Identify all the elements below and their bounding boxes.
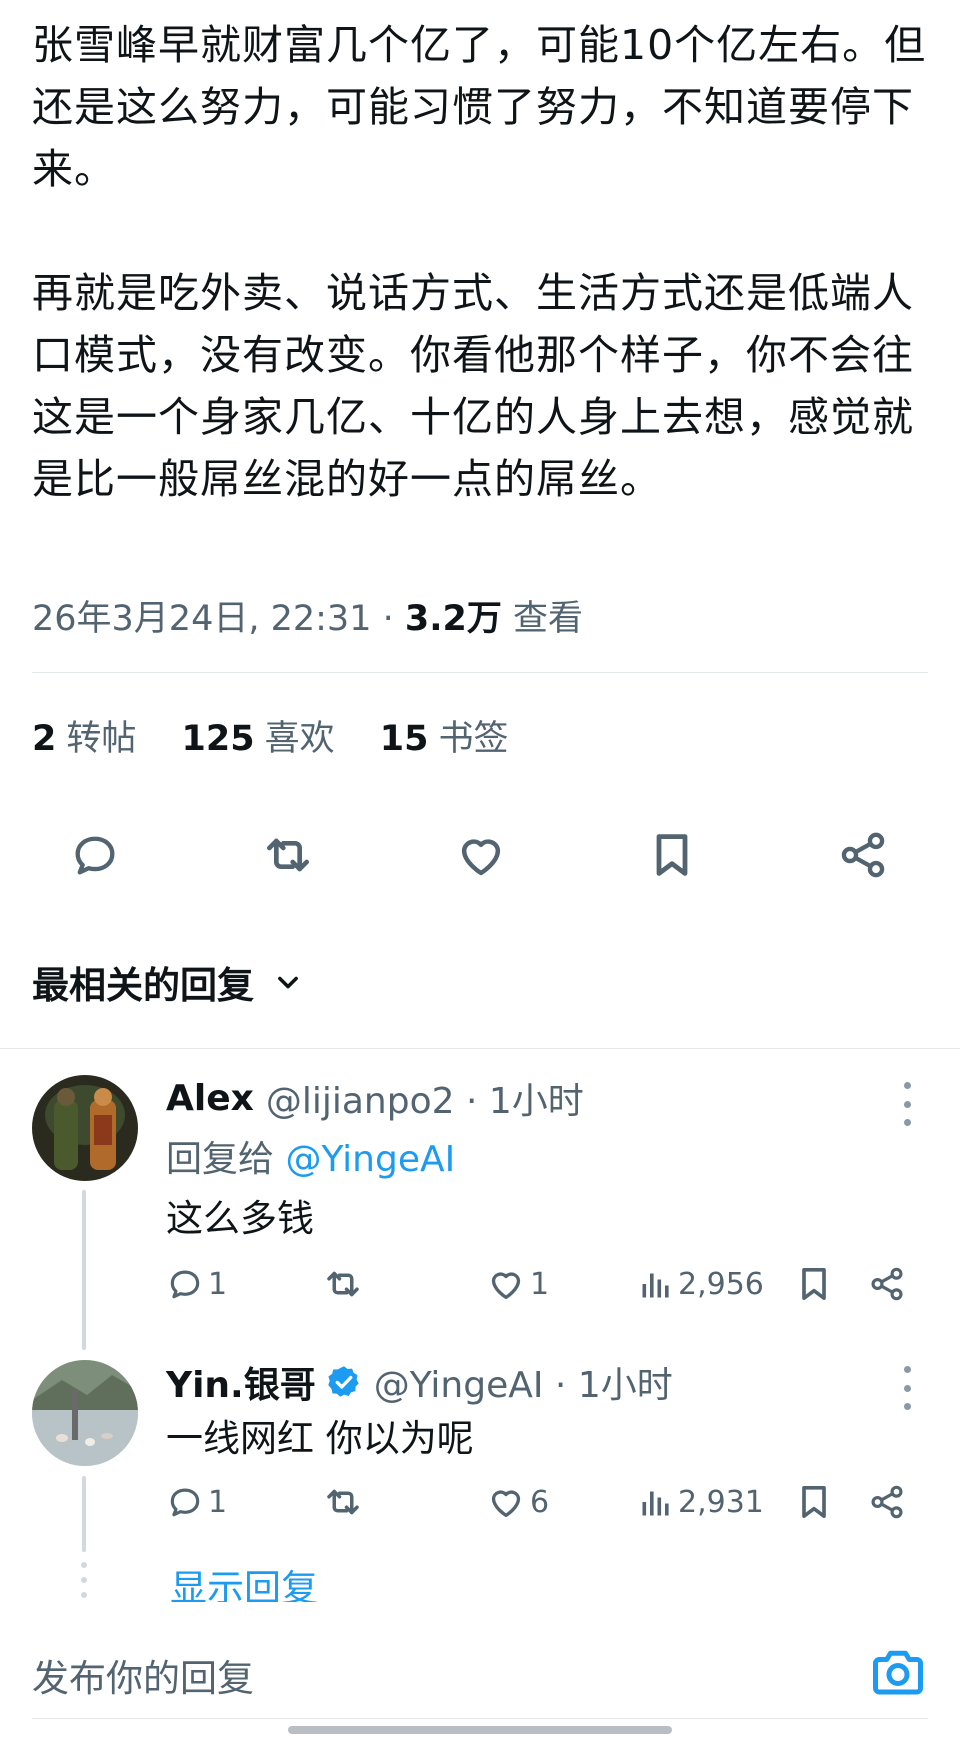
like-icon	[491, 1490, 521, 1517]
more-options-button[interactable]	[895, 1366, 919, 1410]
repost-button[interactable]	[322, 1262, 368, 1306]
divider	[32, 672, 928, 673]
verified-badge-icon	[327, 1366, 359, 1397]
like-icon	[461, 839, 501, 876]
repost-button[interactable]	[253, 820, 323, 890]
thread-continuation-dots	[81, 1562, 87, 1598]
tweet-timestamp[interactable]: 26年3月24日, 22:31	[32, 599, 371, 639]
tweet-action-bar	[0, 820, 960, 890]
views-count: 2,931	[678, 1484, 764, 1520]
bookmark-icon	[802, 1268, 826, 1300]
reply-button[interactable]: 1	[166, 1480, 227, 1524]
reply-icon	[170, 1488, 200, 1517]
reply-action-bar: 1 1 2,956	[166, 1262, 926, 1306]
tweet-text: 张雪峰早就财富几个亿了，可能10个亿左右。但还是这么努力，可能习惯了努力，不知道…	[32, 21, 927, 503]
reply-input[interactable]: 发布你的回复	[32, 1648, 254, 1702]
author-name[interactable]: Yin.银哥	[166, 1356, 316, 1408]
like-button[interactable]	[446, 820, 516, 890]
reply-to-line: 回复给 @YingeAI	[166, 1130, 455, 1182]
reply-button[interactable]	[60, 820, 130, 890]
reply-text: 一线网红 你以为呢	[166, 1417, 474, 1460]
chevron-down-icon	[278, 976, 298, 989]
reply-action-bar: 1 6 2,931	[166, 1480, 926, 1524]
views-count: 2,956	[678, 1266, 764, 1302]
repost-button[interactable]	[322, 1480, 368, 1524]
home-indicator[interactable]	[288, 1726, 672, 1734]
tweet-stats: 2 转帖 125 喜欢 15 书签	[32, 710, 542, 761]
divider	[0, 1048, 960, 1049]
like-button[interactable]: 6	[486, 1480, 549, 1524]
reply-to-label: 回复给	[166, 1139, 286, 1180]
sort-label: 最相关的回复	[32, 964, 254, 1007]
divider	[32, 1718, 928, 1719]
like-button[interactable]: 1	[486, 1262, 549, 1306]
repost-icon	[327, 1489, 359, 1515]
camera-button[interactable]	[868, 1642, 928, 1702]
share-button[interactable]	[828, 820, 898, 890]
author-handle[interactable]: @YingeAI · 1小时	[374, 1356, 673, 1408]
camera-icon	[873, 1650, 923, 1695]
thread-line	[82, 1476, 86, 1552]
bookmarks-label[interactable]: 书签	[438, 719, 508, 759]
repost-icon	[267, 838, 309, 872]
thread-line	[82, 1190, 86, 1350]
bookmark-button[interactable]	[794, 1262, 838, 1306]
share-button[interactable]	[868, 1480, 910, 1524]
reply-icon	[75, 836, 115, 875]
like-icon	[491, 1272, 521, 1299]
reposts-count[interactable]: 2	[32, 719, 56, 759]
bookmark-icon	[802, 1486, 826, 1518]
reply-to-mention[interactable]: @YingeAI	[285, 1139, 455, 1180]
reposts-label[interactable]: 转帖	[66, 719, 136, 759]
bookmark-icon	[656, 834, 688, 876]
like-count: 6	[530, 1484, 550, 1520]
reply-sort-dropdown[interactable]: 最相关的回复	[32, 955, 302, 1009]
analytics-icon	[642, 1273, 669, 1298]
reply-text: 这么多钱	[166, 1197, 314, 1240]
views-button[interactable]: 2,931	[638, 1480, 764, 1524]
likes-count[interactable]: 125	[182, 719, 255, 759]
reply-header: Yin.银哥 @YingeAI · 1小时	[166, 1356, 673, 1408]
views-count: 3.2万	[404, 599, 502, 639]
likes-label[interactable]: 喜欢	[265, 719, 335, 759]
author-handle[interactable]: @lijianpo2 · 1小时	[266, 1072, 584, 1124]
meta-separator: ·	[371, 599, 405, 639]
bookmark-button[interactable]	[794, 1480, 838, 1524]
repost-icon	[327, 1271, 359, 1297]
reply-count: 1	[208, 1266, 228, 1302]
share-icon	[871, 1485, 903, 1519]
reply-count: 1	[208, 1484, 228, 1520]
author-name[interactable]: Alex	[166, 1078, 254, 1119]
analytics-icon	[642, 1491, 669, 1516]
more-options-button[interactable]	[895, 1082, 919, 1126]
tweet-meta: 26年3月24日, 22:31 · 3.2万 查看	[32, 590, 583, 641]
bookmark-button[interactable]	[637, 820, 707, 890]
avatar[interactable]	[32, 1075, 138, 1181]
views-label: 查看	[513, 599, 584, 639]
like-count: 1	[530, 1266, 550, 1302]
share-icon	[871, 1267, 903, 1301]
reply-icon	[170, 1270, 200, 1299]
share-button[interactable]	[868, 1262, 910, 1306]
reply-header: Alex @lijianpo2 · 1小时	[166, 1072, 584, 1124]
reply-button[interactable]: 1	[166, 1262, 227, 1306]
views-button[interactable]: 2,956	[638, 1262, 764, 1306]
share-icon	[841, 832, 885, 878]
bookmarks-count[interactable]: 15	[380, 719, 429, 759]
reply-composer: 发布你的回复	[0, 1602, 960, 1737]
avatar[interactable]	[32, 1360, 138, 1466]
